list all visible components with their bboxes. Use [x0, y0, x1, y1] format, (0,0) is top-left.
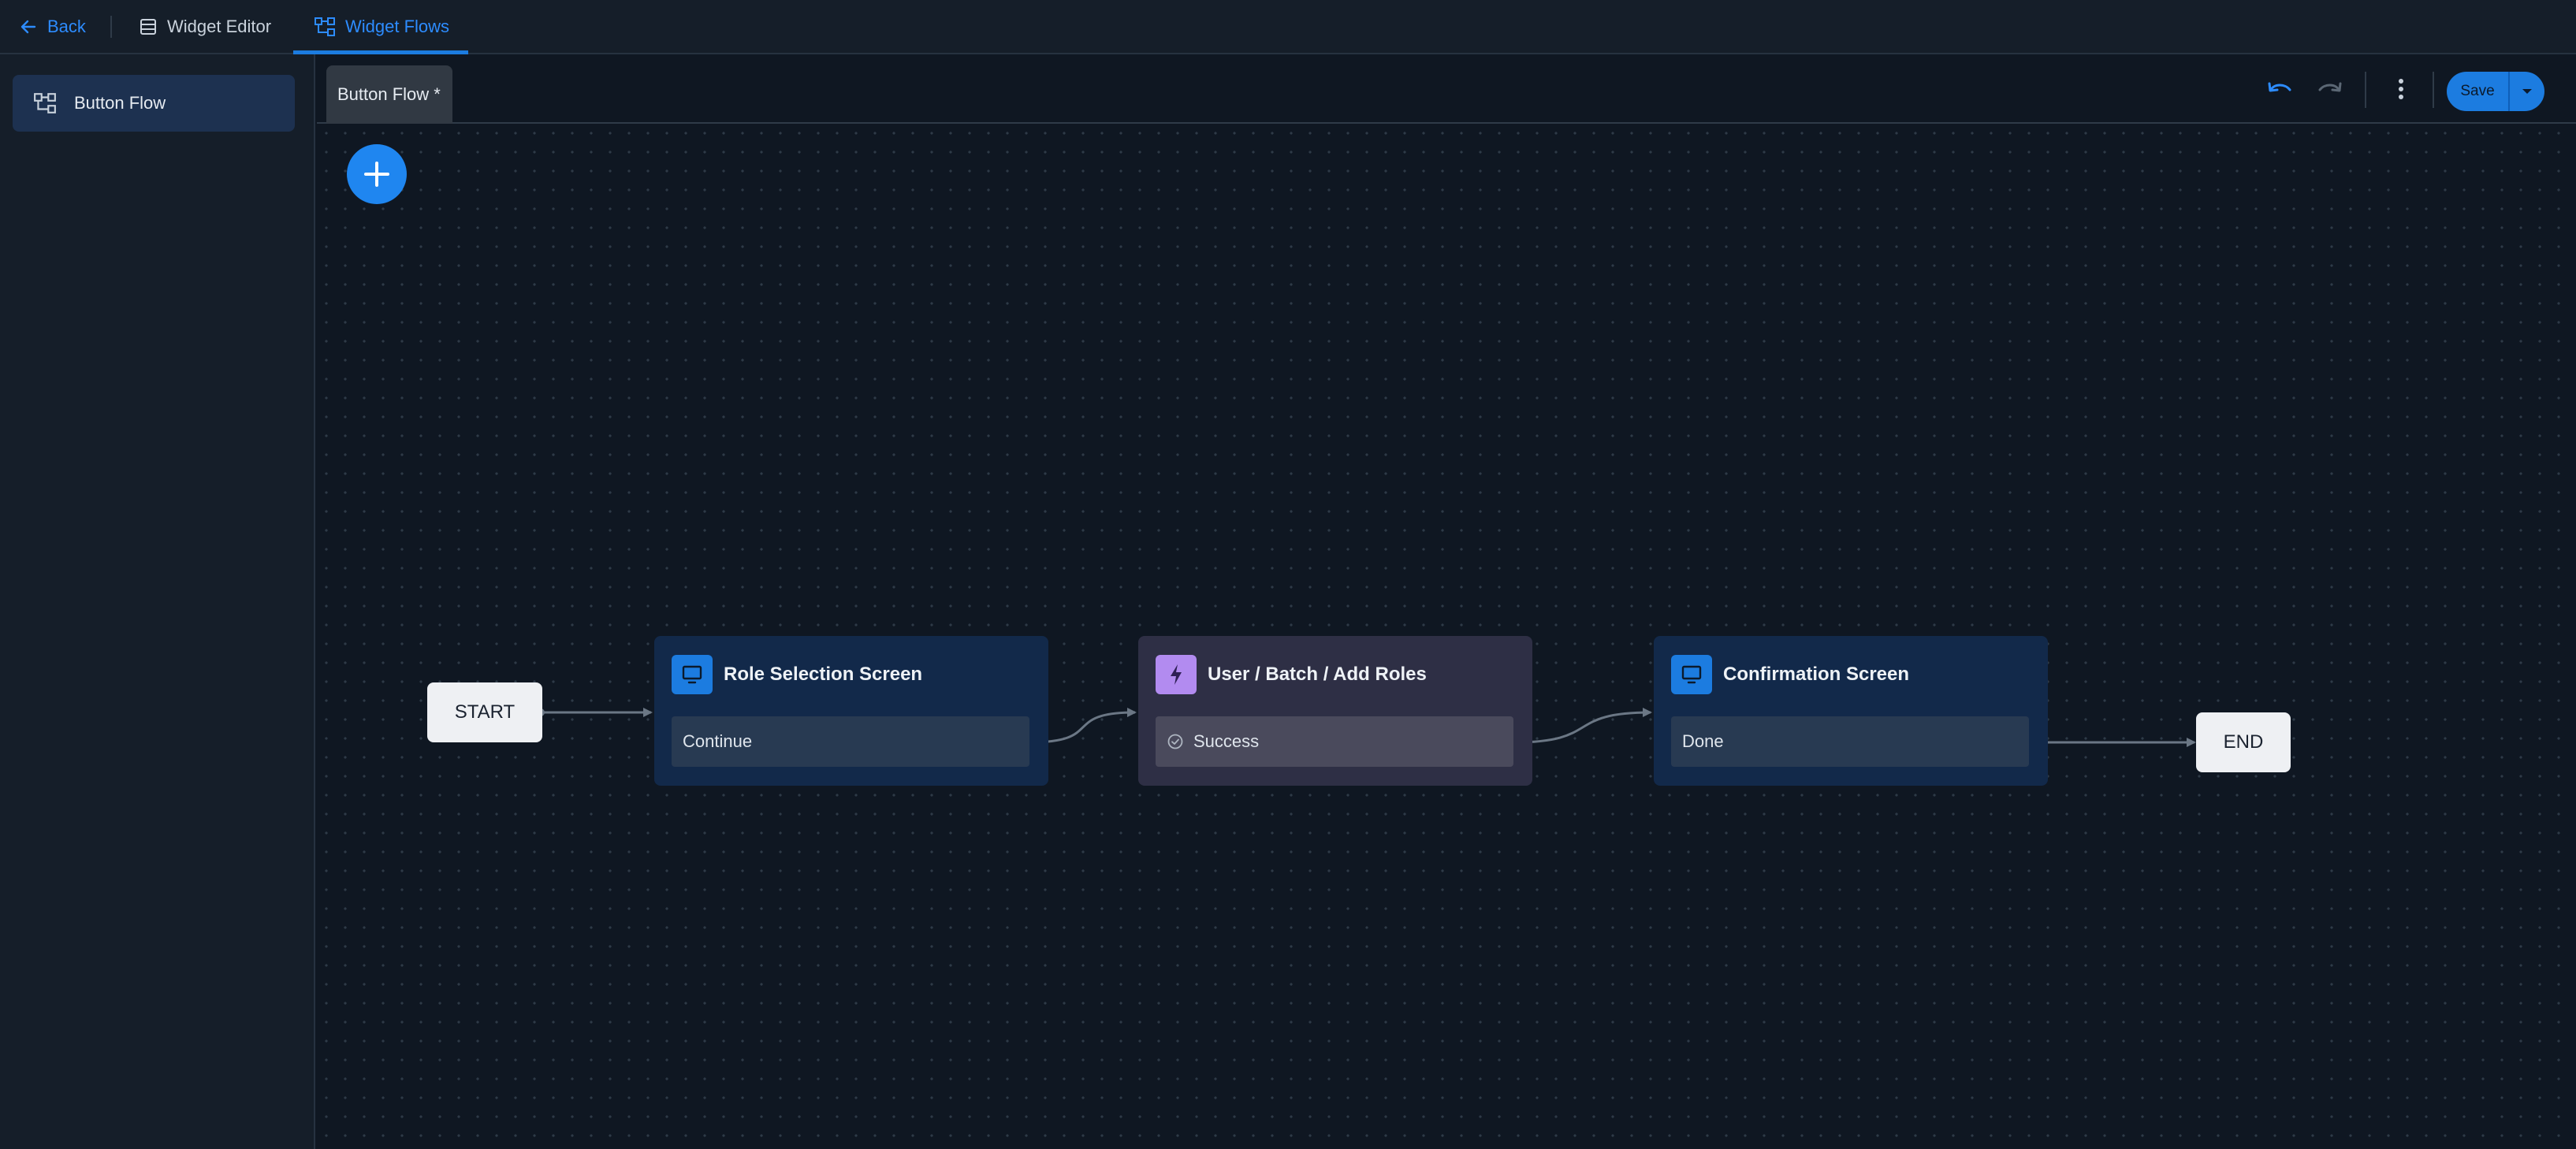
redo-icon — [2318, 82, 2342, 92]
node-header: Confirmation Screen — [1671, 655, 1909, 694]
node-output-port-done[interactable]: Done — [1671, 716, 2029, 767]
node-title: Confirmation Screen — [1723, 664, 1910, 685]
node-title: User / Batch / Add Roles — [1208, 664, 1427, 685]
node-role-selection-screen[interactable]: Role Selection Screen Continue — [654, 636, 1048, 786]
arrow-left-icon — [20, 20, 36, 33]
add-node-button[interactable] — [347, 144, 407, 204]
nav-divider — [110, 16, 112, 38]
node-output-port-success[interactable]: Success — [1156, 716, 1513, 767]
save-button[interactable]: Save — [2447, 72, 2508, 111]
flow-tab-label: Button Flow * — [337, 84, 441, 104]
back-button[interactable]: Back — [19, 0, 86, 53]
node-icon-badge — [1156, 655, 1197, 694]
monitor-icon — [682, 665, 702, 684]
node-output-port-continue[interactable]: Continue — [672, 716, 1029, 767]
editor-toolbar: Button Flow * Save — [317, 54, 2576, 124]
sidebar-item-label: Button Flow — [74, 93, 166, 113]
edge-start-to-role-selection — [537, 708, 653, 717]
node-header: User / Batch / Add Roles — [1156, 655, 1427, 694]
tab-widget-flows-label: Widget Flows — [345, 16, 450, 36]
node-header: Role Selection Screen — [672, 655, 922, 694]
back-label: Back — [47, 16, 86, 36]
end-node[interactable]: END — [2196, 712, 2291, 772]
top-navigation-bar: Back Widget Editor Widget Flows — [0, 0, 2576, 54]
save-button-group: Save — [2447, 72, 2544, 111]
more-vertical-icon — [2399, 79, 2403, 99]
flow-canvas[interactable]: START Role Selection Screen Continue Use — [317, 124, 2576, 1149]
monitor-icon — [1681, 665, 1702, 684]
tab-widget-flows[interactable]: Widget Flows — [314, 0, 449, 53]
lightning-icon — [1171, 664, 1182, 685]
flow-icon — [34, 93, 56, 113]
toolbar-divider — [2433, 72, 2434, 108]
sidebar-item-button-flow[interactable]: Button Flow — [13, 75, 295, 132]
node-icon-badge — [672, 655, 713, 694]
port-label: Success — [1193, 731, 1260, 751]
caret-down-icon — [2522, 89, 2532, 94]
start-node[interactable]: START — [427, 682, 542, 742]
node-icon-badge — [1671, 655, 1712, 694]
check-circle-icon — [1167, 734, 1183, 749]
save-options-button[interactable] — [2510, 72, 2544, 111]
table-icon — [140, 18, 156, 35]
end-label: END — [2223, 731, 2264, 753]
tab-button-flow[interactable]: Button Flow * — [326, 65, 452, 124]
node-title: Role Selection Screen — [724, 664, 923, 685]
tab-widget-editor-label: Widget Editor — [167, 16, 272, 36]
toolbar-divider — [2365, 72, 2366, 108]
undo-button[interactable] — [2261, 70, 2299, 108]
sidebar: Button Flow — [0, 54, 315, 1149]
plus-icon — [364, 162, 389, 187]
start-label: START — [454, 701, 516, 723]
flow-icon — [315, 17, 335, 36]
edge-done-to-end — [2025, 738, 2196, 747]
port-label: Continue — [683, 731, 753, 751]
undo-icon — [2268, 82, 2291, 92]
tab-widget-editor[interactable]: Widget Editor — [139, 0, 271, 53]
node-user-batch-add-roles[interactable]: User / Batch / Add Roles Success — [1138, 636, 1532, 786]
node-confirmation-screen[interactable]: Confirmation Screen Done — [1654, 636, 2048, 786]
more-options-button[interactable] — [2382, 70, 2420, 108]
port-label: Done — [1682, 731, 1724, 751]
redo-button[interactable] — [2311, 70, 2349, 108]
